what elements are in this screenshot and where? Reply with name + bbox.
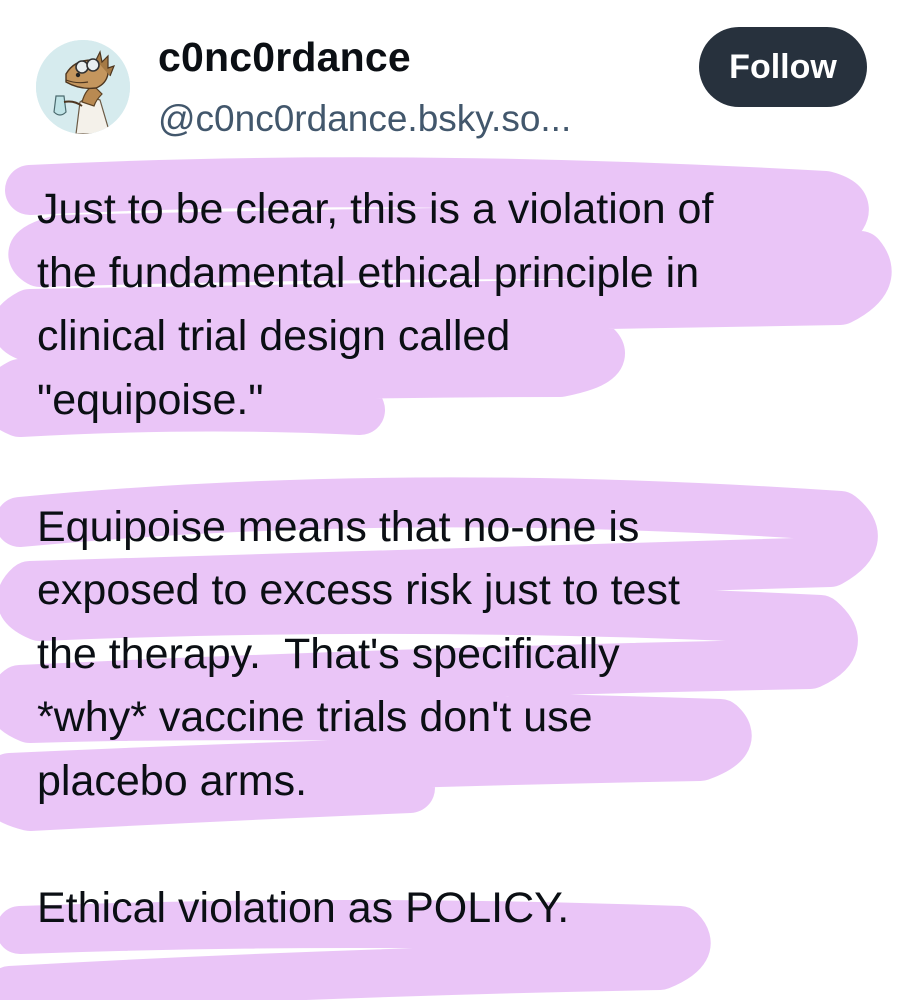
avatar[interactable]: [36, 40, 130, 134]
text-line: clinical trial design called: [37, 312, 511, 360]
author-display-name[interactable]: c0nc0rdance: [158, 34, 411, 81]
post-text: Just to be clear, this is a violation of…: [37, 178, 877, 940]
text-line: the fundamental ethical principle in: [37, 248, 700, 297]
text-line: placebo arms.: [37, 756, 308, 805]
follow-button[interactable]: Follow: [699, 27, 867, 107]
text-line: *why* vaccine trials don't use: [37, 693, 593, 741]
author-handle[interactable]: @c0nc0rdance.bsky.so...: [158, 98, 571, 140]
text-line: exposed to excess risk just to test: [37, 566, 680, 614]
text-line: Just to be clear, this is a violation of: [37, 185, 714, 233]
text-line: "equipoise.": [37, 375, 264, 424]
text-line: the therapy. That's specifically: [37, 629, 620, 678]
text-line: Equipoise means that no-one is: [37, 502, 640, 551]
post-header: c0nc0rdance @c0nc0rdance.bsky.so... Foll…: [0, 0, 903, 150]
lizard-scientist-avatar-icon: [36, 40, 130, 134]
paragraph-1: Just to be clear, this is a violation of…: [37, 178, 877, 432]
paragraph-3: Ethical violation as POLICY.: [37, 877, 877, 941]
text-line: Ethical violation as POLICY.: [37, 883, 570, 932]
paragraph-2: Equipoise means that no-one is exposed t…: [37, 496, 877, 814]
